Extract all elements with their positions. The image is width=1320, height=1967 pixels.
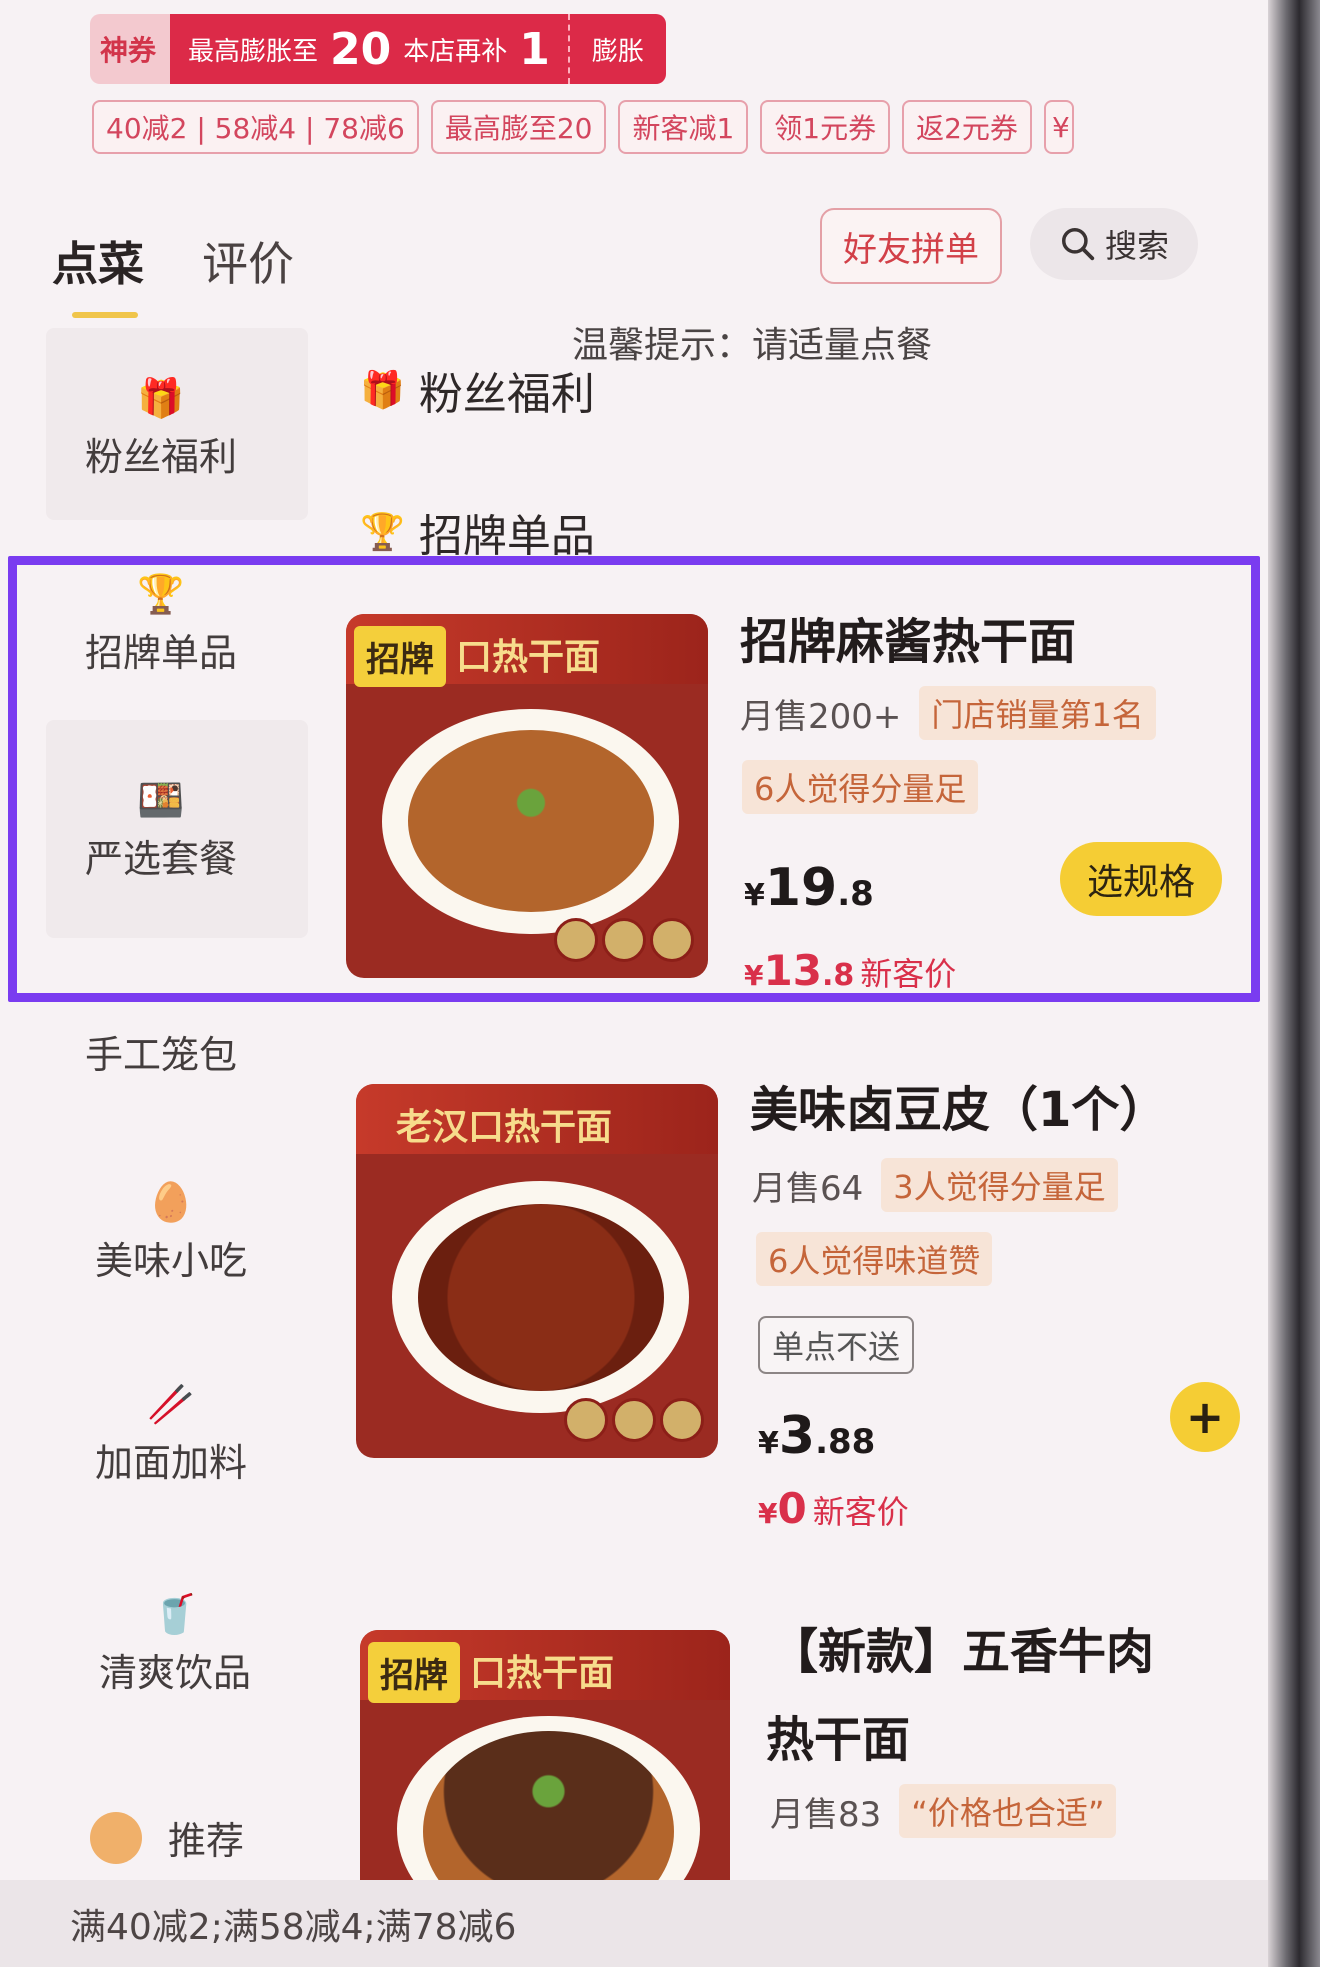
coupon-max-expand[interactable]: 最高膨至20 xyxy=(430,100,607,154)
search-label: 搜索 xyxy=(1104,227,1169,265)
new-customer-price: ¥0 新客价 xyxy=(758,1484,909,1533)
sidebar-item-fans[interactable]: 🎁 粉丝福利 xyxy=(16,376,306,481)
phone-edge xyxy=(1268,0,1320,1967)
image-brand-text: 口热干面 xyxy=(470,1653,615,1694)
expand-num2: 1 xyxy=(519,23,550,75)
search-button[interactable]: 搜索 xyxy=(1030,208,1198,280)
product-sales-row: 月售83 “价格也合适” xyxy=(770,1784,1117,1838)
monthly-sales: 月售83 xyxy=(770,1794,882,1835)
review-tag: 3人觉得分量足 xyxy=(881,1158,1118,1212)
sidebar-item-label: 清爽饮品 xyxy=(98,1651,251,1695)
product-name: 美味卤豆皮（1个） xyxy=(750,1082,1168,1138)
trophy-icon: 🏆 xyxy=(360,512,405,553)
discount-footer: 满40减2;满58减4;满78减6 xyxy=(0,1880,1268,1967)
recommend-icon xyxy=(90,1811,142,1864)
product-name-line1: 【新款】五香牛肉 xyxy=(770,1624,1155,1680)
coupon-return-2[interactable]: 返2元券 xyxy=(902,100,1032,154)
search-icon xyxy=(1061,228,1095,261)
expand-offer: 最高膨胀至 20 本店再补 1 xyxy=(170,14,568,84)
review-tag: “价格也合适” xyxy=(899,1784,1117,1838)
product-price: ¥3.88 xyxy=(758,1406,876,1466)
product-name-line2: 热干面 xyxy=(766,1712,911,1768)
coupon-more[interactable]: ¥ xyxy=(1043,100,1074,154)
product-sales-row: 月售64 3人觉得分量足 xyxy=(752,1158,1118,1212)
sidebar-item-snacks[interactable]: 🥚 美味小吃 xyxy=(26,1180,316,1285)
section-title: 粉丝福利 xyxy=(418,369,595,420)
shenquan-label: 神券 xyxy=(90,14,171,84)
egg-icon: 🥚 xyxy=(147,1180,195,1224)
group-order-button[interactable]: 好友拼单 xyxy=(820,208,1002,284)
expand-button[interactable]: 膨胀 xyxy=(567,14,666,84)
award-badges xyxy=(564,1398,704,1442)
sidebar-item-label: 推荐 xyxy=(168,1819,245,1863)
section-heading-fans: 🎁 粉丝福利 xyxy=(360,358,595,422)
noodle-icon: 🥢 xyxy=(147,1382,195,1426)
sidebar-item-label: 美味小吃 xyxy=(94,1239,247,1283)
coupon-get-1[interactable]: 领1元券 xyxy=(760,100,891,154)
ordering-tip: 温馨提示：请适量点餐 xyxy=(572,325,933,366)
signature-tag: 招牌 xyxy=(368,1642,460,1703)
highlight-box xyxy=(8,556,1260,1002)
coupon-row: 40减2 | 58减4 | 78减6 最高膨至20 新客减1 领1元券 返2元券… xyxy=(92,100,1074,154)
tab-bar: 点菜 评价 xyxy=(52,228,294,294)
expand-text2: 本店再补 xyxy=(403,36,508,67)
sidebar-item-extras[interactable]: 🥢 加面加料 xyxy=(26,1382,316,1487)
sidebar-item-label: 粉丝福利 xyxy=(84,435,237,479)
active-tab-indicator xyxy=(72,312,138,318)
product-image[interactable]: 老汉口热干面 xyxy=(356,1084,718,1458)
drink-icon: 🥤 xyxy=(151,1592,199,1636)
gift-icon: 🎁 xyxy=(137,376,185,420)
sidebar-item-drinks[interactable]: 🥤 清爽饮品 xyxy=(30,1592,320,1697)
sidebar-item-label: 加面加料 xyxy=(94,1441,247,1485)
product-image[interactable]: 招牌 口热干面 xyxy=(360,1630,730,1882)
gift-icon: 🎁 xyxy=(360,370,405,411)
review-tag: 6人觉得味道赞 xyxy=(756,1232,993,1286)
section-title: 招牌单品 xyxy=(418,511,595,562)
section-heading-signature: 🏆 招牌单品 xyxy=(360,500,595,564)
coupon-discount-tiers[interactable]: 40减2 | 58减4 | 78减6 xyxy=(92,100,419,154)
tofu-skin-shape xyxy=(417,1203,664,1391)
expand-text1: 最高膨胀至 xyxy=(188,36,319,67)
promo-banner[interactable]: 神券 最高膨胀至 20 本店再补 1 膨胀 xyxy=(90,12,666,86)
tab-order[interactable]: 点菜 xyxy=(52,228,144,294)
image-brand-text: 老汉口热干面 xyxy=(396,1107,613,1148)
sidebar-item-recommend[interactable]: 推荐 xyxy=(30,1810,320,1865)
tab-reviews[interactable]: 评价 xyxy=(202,228,294,294)
add-to-cart-button[interactable]: + xyxy=(1170,1382,1240,1452)
expand-num1: 20 xyxy=(330,23,392,75)
monthly-sales: 月售64 xyxy=(752,1168,864,1209)
app-screen: 神券 最高膨胀至 20 本店再补 1 膨胀 40减2 | 58减4 | 78减6… xyxy=(0,0,1268,1967)
sidebar-item-buns[interactable]: 手工笼包 xyxy=(16,1024,306,1079)
not-deliverable-alone-tag: 单点不送 xyxy=(758,1316,915,1374)
sidebar-item-label: 手工笼包 xyxy=(84,1033,237,1077)
coupon-new-customer[interactable]: 新客减1 xyxy=(618,100,749,154)
